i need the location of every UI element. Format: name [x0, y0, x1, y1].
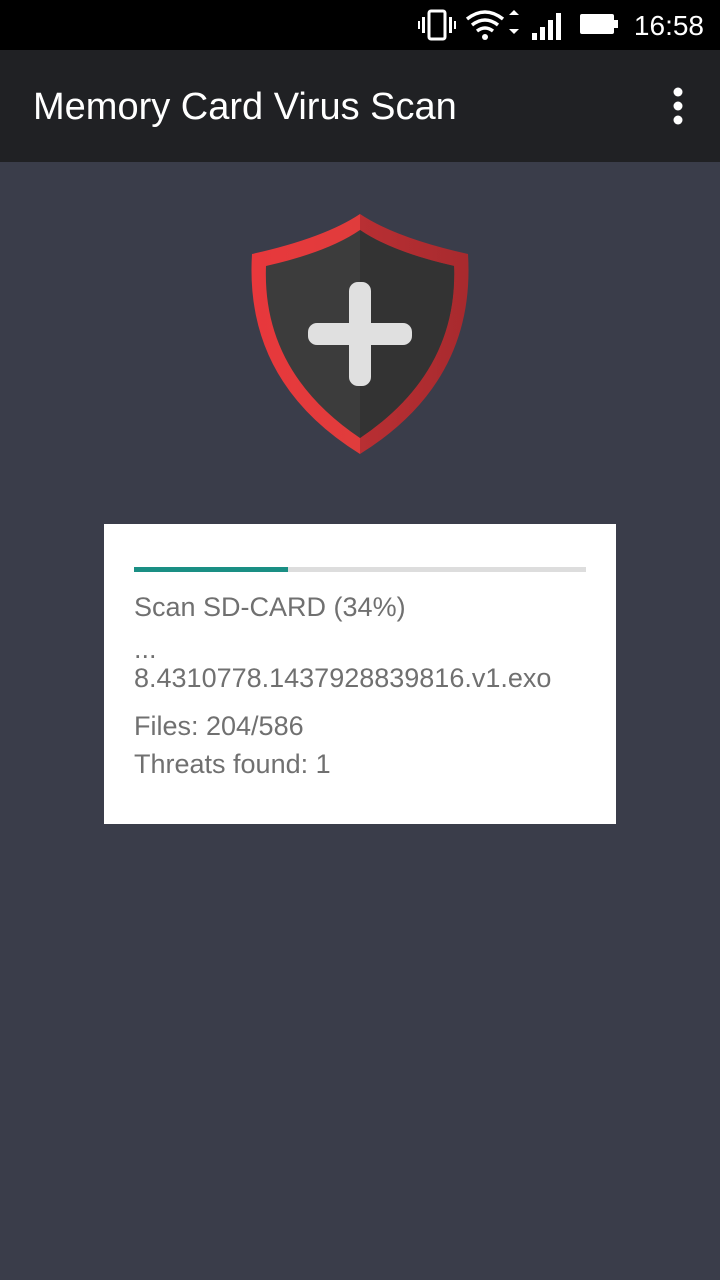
files-count-label: Files: 204/586 — [134, 711, 304, 741]
scan-progress-card: Scan SD-CARD (34%) ... 8.4310778.1437928… — [104, 524, 616, 824]
wifi-icon — [465, 9, 521, 46]
shield-icon — [246, 212, 474, 456]
page-title: Memory Card Virus Scan — [33, 86, 457, 128]
vibrate-icon — [418, 9, 456, 46]
more-vert-icon[interactable] — [666, 86, 690, 126]
scan-status-label: Scan SD-CARD (34%) — [134, 592, 406, 622]
status-bar: 16:58 — [0, 0, 720, 50]
threats-found-label: Threats found: 1 — [134, 749, 331, 779]
battery-icon — [578, 9, 620, 46]
scan-progress-bar — [134, 567, 586, 572]
scan-progress-fill — [134, 567, 288, 572]
status-time: 16:58 — [633, 10, 704, 41]
signal-icon — [530, 9, 568, 46]
scan-ellipsis: ... — [134, 634, 157, 664]
app-bar: Memory Card Virus Scan — [0, 50, 720, 162]
current-file-name: 8.4310778.1437928839816.v1.exo — [134, 663, 552, 693]
